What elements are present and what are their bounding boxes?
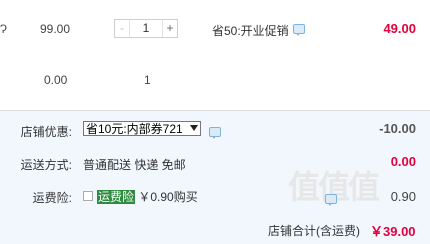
insurance-highlight: 运费险 xyxy=(97,190,136,204)
shop-total-label: 店铺合计(含运费) xyxy=(268,224,360,238)
item-unit-price: 99.00 xyxy=(40,22,71,36)
quantity-decrease-button[interactable]: - xyxy=(115,20,130,37)
insurance-option[interactable]: 运费险 ￥0.90购买 xyxy=(83,188,198,205)
shop-discount-amount: -10.00 xyxy=(379,121,416,136)
shop-discount-label: 店铺优惠: xyxy=(20,125,72,139)
quantity-stepper[interactable]: - 1 + xyxy=(114,19,178,38)
insurance-amount: 0.90 xyxy=(390,189,416,204)
message-icon[interactable] xyxy=(292,24,305,36)
shop-discount-selected: 省10元:内部券721 xyxy=(86,122,183,136)
insurance-price-text: ￥0.90购买 xyxy=(138,190,198,204)
shipping-option: 普通配送 快递 免邮 xyxy=(83,158,186,172)
item-name-tail[interactable]: Ɂ xyxy=(0,22,7,36)
shipping-label: 运送方式: xyxy=(20,158,72,172)
shop-discount-select[interactable]: 省10元:内部券721 xyxy=(83,121,201,136)
message-icon[interactable] xyxy=(325,194,338,206)
dropdown-arrow-icon xyxy=(190,125,198,131)
promotion-label: 省50:开业促销 xyxy=(212,24,289,38)
item-subtotal: 49.00 xyxy=(383,21,416,36)
gift-unit-price: 0.00 xyxy=(44,73,68,87)
checkbox-icon[interactable] xyxy=(83,191,93,201)
quantity-increase-button[interactable]: + xyxy=(162,20,177,37)
shop-total-amount: ￥39.00 xyxy=(370,224,416,239)
quantity-input[interactable]: 1 xyxy=(130,20,162,37)
item-row xyxy=(0,0,430,110)
gift-quantity: 1 xyxy=(144,73,151,87)
shipping-amount: 0.00 xyxy=(390,154,416,169)
message-icon[interactable] xyxy=(209,127,221,139)
item-promotion: 省50:开业促销 xyxy=(212,22,305,39)
insurance-label: 运费险: xyxy=(32,191,72,205)
